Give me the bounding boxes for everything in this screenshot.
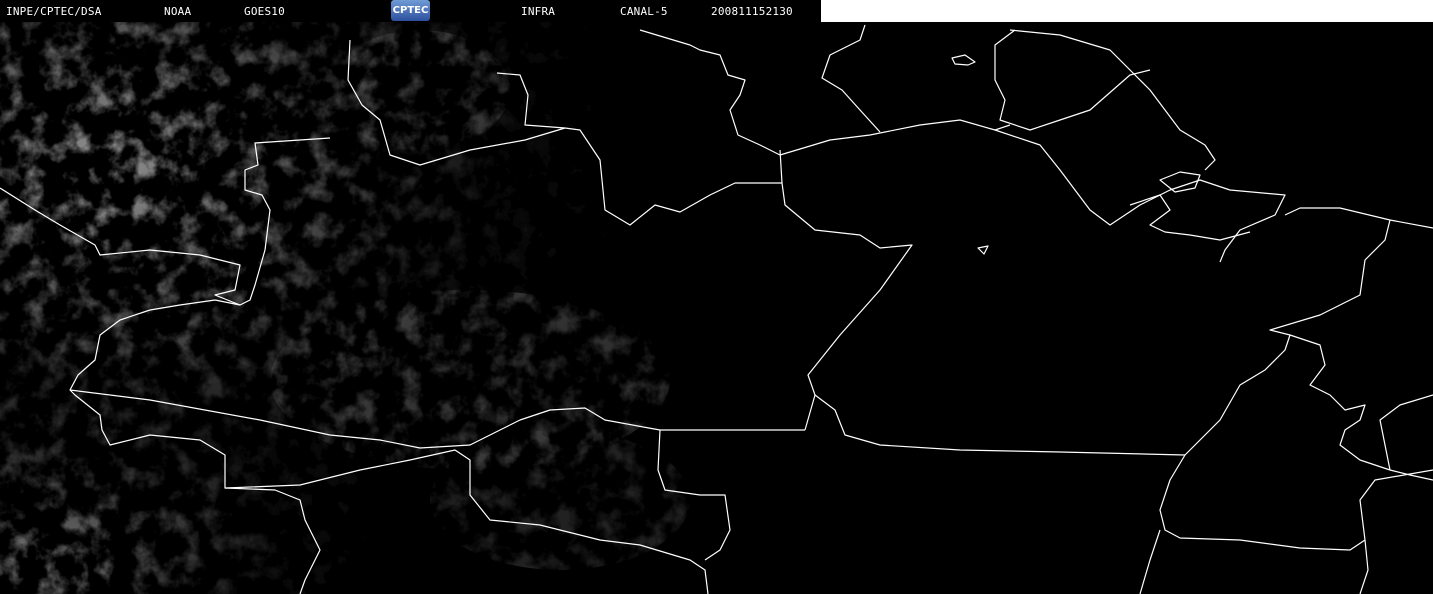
cloud-layer [0,22,700,594]
product-label: INFRA [521,5,556,18]
cptec-logo: CPTEC [391,0,430,21]
channel-label: CANAL-5 [620,5,668,18]
timestamp-label: 200811152130 [711,5,793,18]
agency-label: NOAA [164,5,192,18]
blank-strip [821,0,1433,22]
institution-label: INPE/CPTEC/DSA [6,5,102,18]
image-header: INPE/CPTEC/DSA NOAA GOES10 CPTEC INFRA C… [0,0,821,22]
satellite-map [0,22,1433,594]
satellite-label: GOES10 [244,5,285,18]
